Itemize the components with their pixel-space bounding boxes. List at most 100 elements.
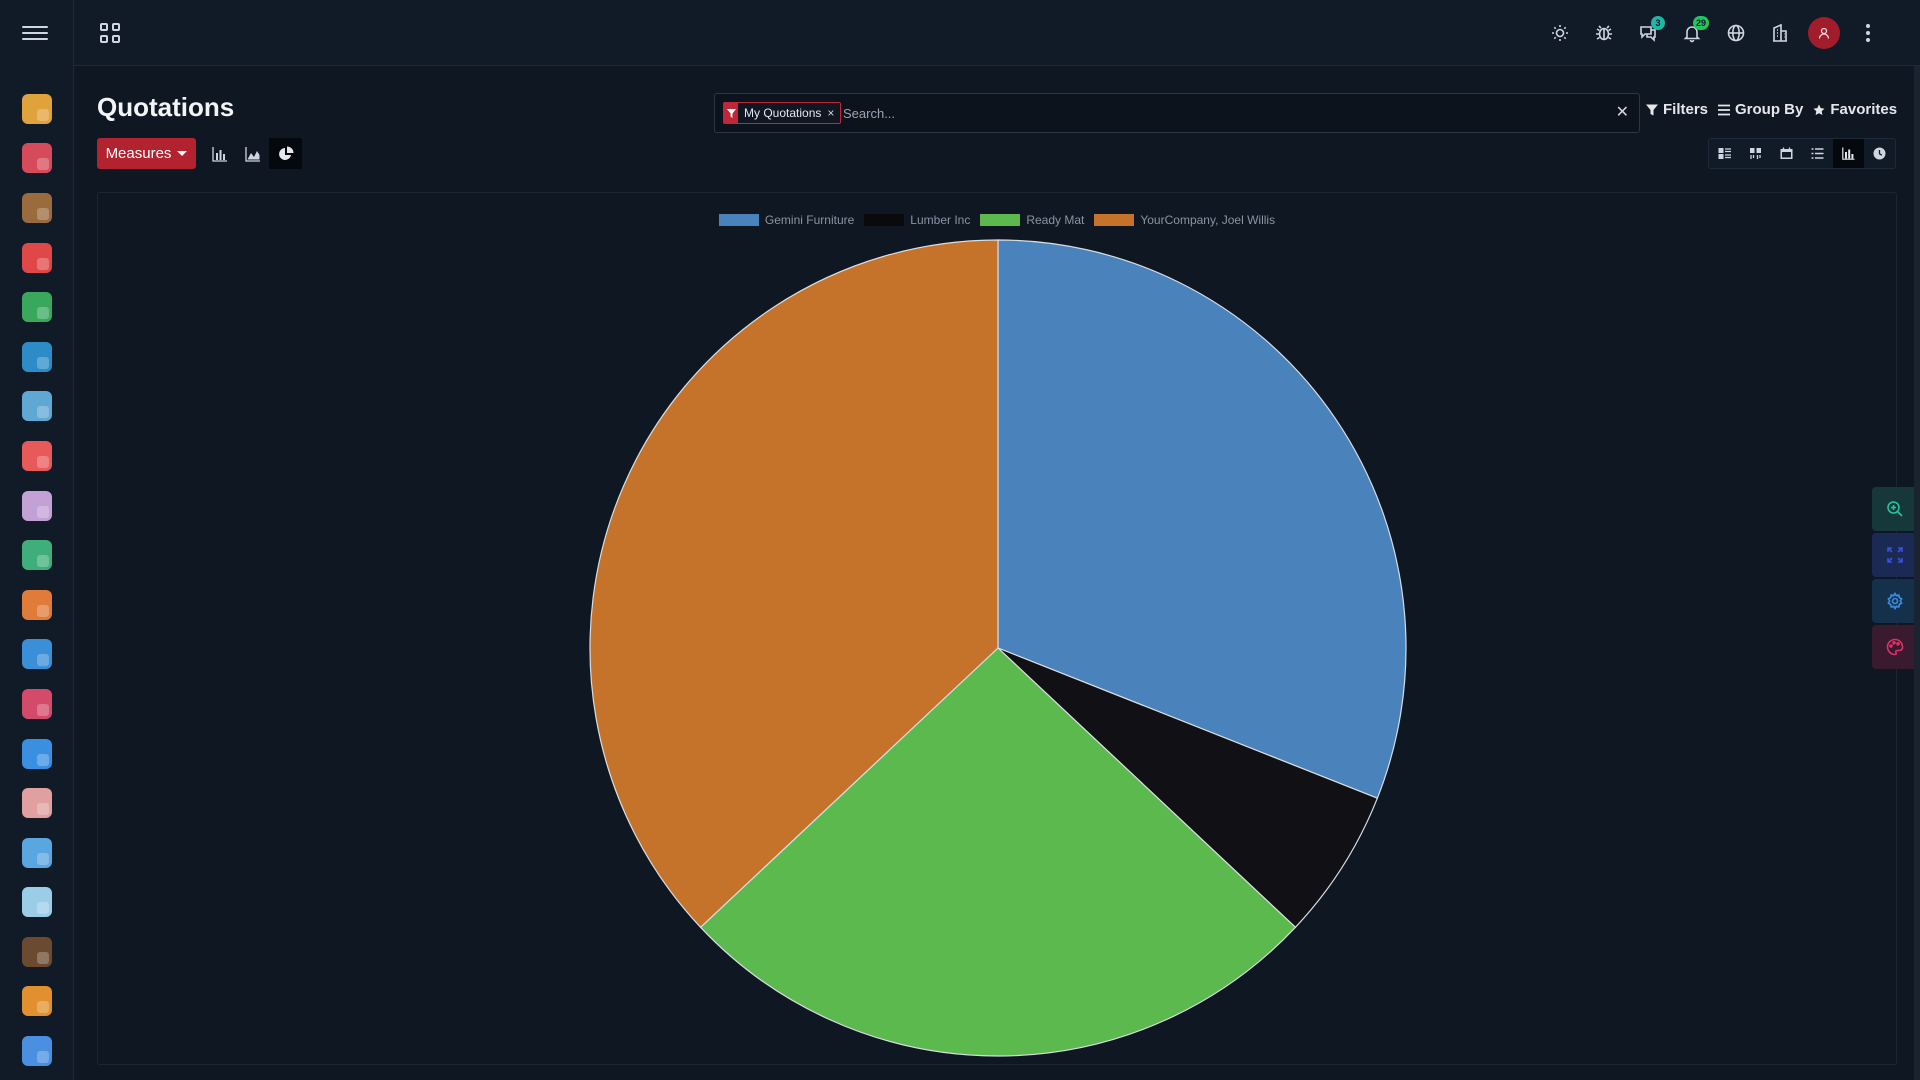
activity-clock-icon: [1873, 147, 1886, 160]
more-options-kebab-icon[interactable]: [1846, 16, 1890, 50]
app-settings-tools-icon: [22, 738, 52, 769]
app-employees-icon: [22, 788, 52, 819]
app-manufacturing[interactable]: [0, 630, 74, 680]
favorites-label: Favorites: [1830, 101, 1898, 118]
app-appraisals[interactable]: [0, 977, 74, 1027]
view-switcher: [1708, 138, 1896, 169]
app-purchase-icon: [22, 540, 52, 571]
facet-label: My Quotations: [744, 106, 822, 120]
pie-chart-button[interactable]: [269, 138, 302, 169]
app-livechat[interactable]: [0, 1026, 74, 1076]
settings-tool-button[interactable]: [1872, 579, 1918, 623]
theme-palette-tool-button[interactable]: [1872, 625, 1918, 669]
fullscreen-tool-button[interactable]: [1872, 533, 1918, 577]
app-discuss[interactable]: [0, 84, 74, 134]
list-view-button[interactable]: [1802, 139, 1833, 168]
app-invoicing[interactable]: [0, 382, 74, 432]
hamburger-menu-icon[interactable]: [22, 22, 48, 44]
search-options: Filters Group By Favorites: [1646, 101, 1897, 118]
pie-chart: [589, 239, 1407, 1057]
measures-dropdown-button[interactable]: Measures: [97, 138, 196, 169]
app-employees[interactable]: [0, 778, 74, 828]
app-invoicing-icon: [22, 391, 52, 422]
graph-icon: [1842, 147, 1855, 160]
kanban-view-button[interactable]: [1709, 139, 1740, 168]
app-contacts[interactable]: [0, 183, 74, 233]
app-repairs-icon: [22, 688, 52, 719]
palette-icon: [1886, 638, 1904, 656]
bar-chart-button[interactable]: [203, 138, 236, 169]
app-fleet-icon: [22, 837, 52, 868]
avatar[interactable]: [1808, 17, 1840, 49]
search-clear-icon[interactable]: ✕: [1616, 103, 1629, 123]
zoom-in-icon: [1887, 501, 1903, 517]
app-expenses[interactable]: [0, 927, 74, 977]
graph-view-button[interactable]: [1833, 139, 1864, 168]
app-inventory-icon: [22, 589, 52, 620]
gear-icon: [1887, 592, 1903, 610]
filters-toggle[interactable]: Filters: [1646, 101, 1708, 118]
theme-toggle-sun-icon[interactable]: [1538, 16, 1582, 50]
app-crm-icon: [22, 242, 52, 273]
filters-label: Filters: [1663, 101, 1709, 118]
app-fleet[interactable]: [0, 828, 74, 878]
company-building-icon[interactable]: [1758, 16, 1802, 50]
app-crm[interactable]: [0, 233, 74, 283]
app-inventory[interactable]: [0, 580, 74, 630]
expand-arrows-icon: [1887, 547, 1903, 563]
group-by-bars-icon: [1718, 104, 1731, 115]
app-time-off[interactable]: [0, 878, 74, 928]
app-discuss-icon: [22, 93, 52, 124]
graph-panel: Gemini Furniture Lumber Inc Ready Mat YourC…: [97, 192, 1897, 1065]
app-pos-icon: [22, 341, 52, 372]
line-chart-icon: [244, 146, 260, 162]
app-calendar[interactable]: [0, 134, 74, 184]
zoom-in-tool-button[interactable]: [1872, 487, 1918, 531]
top-navbar: 3 29: [74, 0, 1920, 66]
list-outline-view-button[interactable]: [1740, 139, 1771, 168]
app-timesheets[interactable]: [0, 481, 74, 531]
search-bar: My Quotations × ✕: [714, 93, 1640, 133]
filter-funnel-icon: [724, 103, 738, 123]
chart-type-switcher: [203, 138, 302, 169]
search-facet-my-quotations[interactable]: My Quotations ×: [723, 102, 842, 124]
chat-icon[interactable]: 3: [1626, 16, 1670, 50]
app-manufacturing-icon: [22, 639, 52, 670]
user-menu[interactable]: [1802, 16, 1846, 50]
app-pos[interactable]: [0, 332, 74, 382]
kanban-icon: [1718, 148, 1731, 159]
language-globe-icon[interactable]: [1714, 16, 1758, 50]
apps-grid-icon[interactable]: [100, 23, 120, 43]
app-time-off-icon: [22, 887, 52, 918]
line-chart-button[interactable]: [236, 138, 269, 169]
app-purchase[interactable]: [0, 530, 74, 580]
debug-bug-icon[interactable]: [1582, 16, 1626, 50]
app-sales-icon: [22, 292, 52, 323]
star-icon: [1813, 104, 1825, 115]
favorites-toggle[interactable]: Favorites: [1813, 101, 1897, 118]
notification-badge: 29: [1692, 16, 1709, 30]
notification-bell-icon[interactable]: 29: [1670, 16, 1714, 50]
scrollbar[interactable]: [1914, 66, 1920, 1080]
group-by-toggle[interactable]: Group By: [1718, 101, 1803, 118]
measures-label: Measures: [105, 145, 172, 162]
bar-chart-icon: [211, 146, 227, 162]
group-by-label: Group By: [1735, 101, 1804, 118]
calendar-view-button[interactable]: [1771, 139, 1802, 168]
activity-view-button[interactable]: [1864, 139, 1895, 168]
app-contacts-icon: [22, 192, 52, 223]
app-calendar-icon: [22, 143, 52, 174]
app-appraisals-icon: [22, 986, 52, 1017]
facet-remove-icon[interactable]: ×: [827, 106, 840, 120]
floating-tools: [1872, 487, 1918, 669]
app-list: [0, 84, 74, 1076]
app-settings-tools[interactable]: [0, 729, 74, 779]
page-title: Quotations: [97, 92, 235, 122]
app-project[interactable]: [0, 431, 74, 481]
app-livechat-icon: [22, 1036, 52, 1067]
app-sales[interactable]: [0, 282, 74, 332]
app-repairs[interactable]: [0, 679, 74, 729]
filter-icon: [1646, 104, 1658, 115]
calendar-icon: [1780, 147, 1793, 159]
search-input[interactable]: [843, 102, 1583, 124]
